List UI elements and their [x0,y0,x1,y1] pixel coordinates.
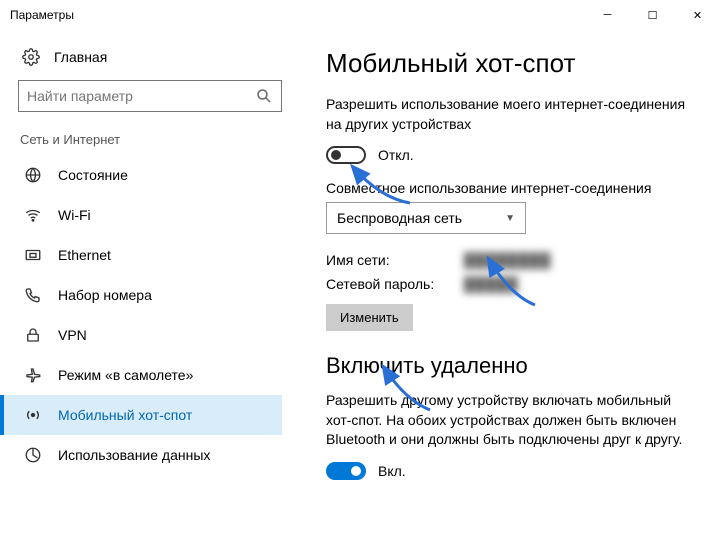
sidebar-item-label: Состояние [58,167,128,183]
share-toggle-label: Откл. [378,147,414,163]
home-label: Главная [54,49,107,65]
network-name-label: Имя сети: [326,252,446,268]
sidebar-item-ethernet[interactable]: Ethernet [0,235,282,275]
sidebar-item-status[interactable]: Состояние [0,155,282,195]
maximize-button[interactable]: ☐ [630,0,675,30]
status-icon [24,166,42,184]
page-title: Мобильный хот-спот [326,48,690,79]
sidebar-item-label: Набор номера [58,287,152,303]
vpn-icon [24,326,42,344]
network-password-label: Сетевой пароль: [326,276,446,292]
remote-toggle[interactable] [326,462,366,480]
sidebar-item-dialup[interactable]: Набор номера [0,275,282,315]
sidebar-section-label: Сеть и Интернет [20,132,282,147]
remote-description: Разрешить другому устройству включать мо… [326,391,690,450]
window-controls: ─ ☐ ✕ [585,0,720,30]
search-icon [255,87,273,105]
sidebar-item-wifi[interactable]: Wi-Fi [0,195,282,235]
airplane-icon [24,366,42,384]
window-title: Параметры [10,8,585,22]
network-name-value: ████████ [464,252,551,268]
sidebar-item-label: Использование данных [58,447,210,463]
data-usage-icon [24,446,42,464]
connection-label: Совместное использование интернет-соедин… [326,180,690,196]
main-panel: Мобильный хот-спот Разрешить использован… [300,30,720,547]
connection-value: Беспроводная сеть [337,210,462,226]
sidebar-item-hotspot[interactable]: Мобильный хот-спот [0,395,282,435]
wifi-icon [24,206,42,224]
sidebar-item-data-usage[interactable]: Использование данных [0,435,282,475]
sidebar-item-vpn[interactable]: VPN [0,315,282,355]
hotspot-icon [24,406,42,424]
sidebar-item-label: Режим «в самолете» [58,367,193,383]
titlebar: Параметры ─ ☐ ✕ [0,0,720,30]
sidebar-item-label: Мобильный хот-спот [58,407,192,423]
remote-toggle-label: Вкл. [378,463,406,479]
sidebar-item-label: Ethernet [58,247,111,263]
sidebar-item-label: VPN [58,327,87,343]
connection-select[interactable]: Беспроводная сеть ▼ [326,202,526,234]
sidebar-item-label: Wi-Fi [58,207,91,223]
network-password-value: █████ [464,276,519,292]
search-box[interactable] [18,80,282,112]
search-input[interactable] [27,88,255,104]
dialup-icon [24,286,42,304]
share-toggle[interactable] [326,146,366,164]
gear-icon [22,48,40,66]
sidebar: Главная Сеть и Интернет Состояние Wi-Fi … [0,30,300,547]
ethernet-icon [24,246,42,264]
change-button[interactable]: Изменить [326,304,413,331]
sidebar-item-airplane[interactable]: Режим «в самолете» [0,355,282,395]
share-description: Разрешить использование моего интернет-с… [326,95,690,134]
minimize-button[interactable]: ─ [585,0,630,30]
close-button[interactable]: ✕ [675,0,720,30]
remote-title: Включить удаленно [326,353,690,379]
home-nav[interactable]: Главная [18,40,282,80]
chevron-down-icon: ▼ [505,213,515,224]
